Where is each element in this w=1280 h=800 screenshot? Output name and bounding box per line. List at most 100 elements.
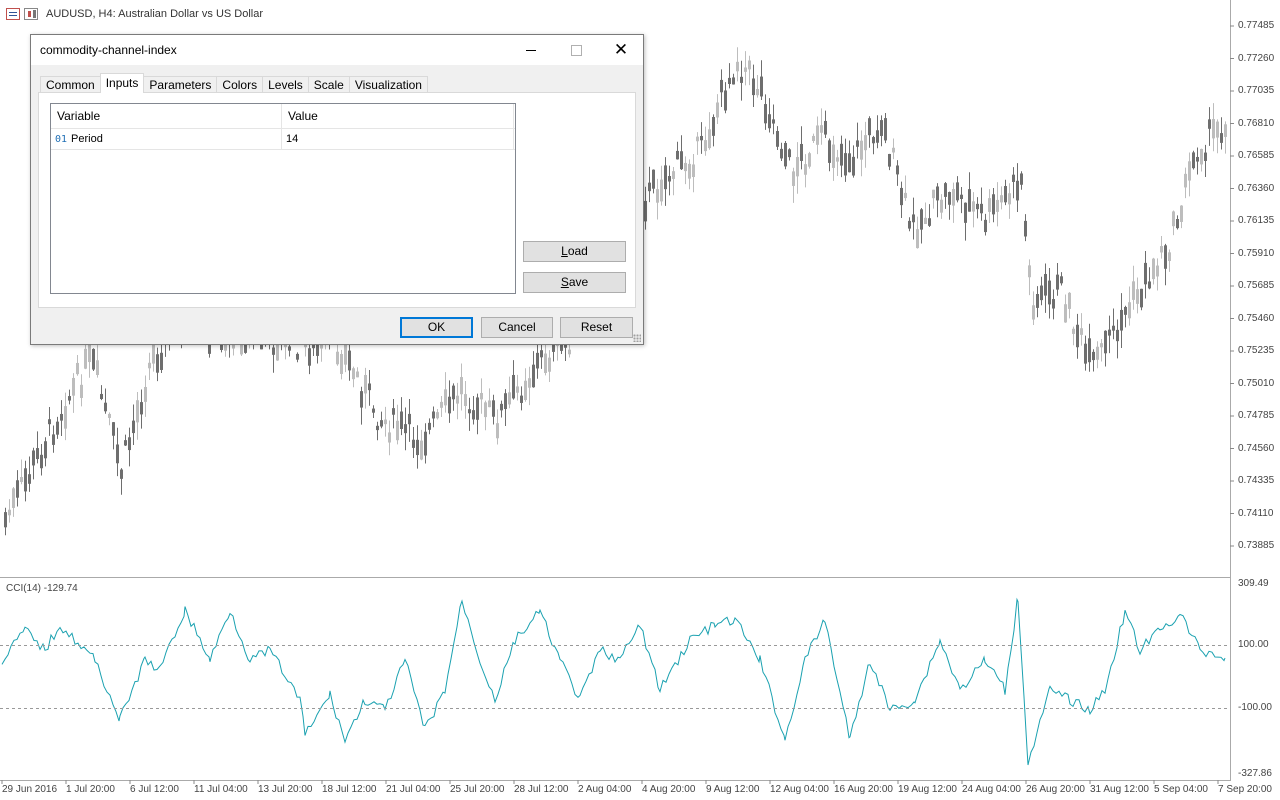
resize-grip[interactable]	[633, 334, 641, 342]
price-tick-label: 0.73885	[1238, 540, 1275, 551]
candle-body	[1012, 174, 1015, 182]
tab-scale[interactable]: Scale	[307, 76, 350, 93]
candle-body	[1152, 258, 1155, 280]
time-tick-label: 6 Jul 12:00	[130, 784, 179, 795]
candle-body	[424, 431, 427, 456]
candle-body	[660, 179, 663, 202]
candle-body	[852, 156, 855, 176]
inputs-grid: Variable Value 01 Period 14	[50, 103, 516, 294]
table-row[interactable]: 01 Period 14	[51, 129, 515, 150]
tab-visualization[interactable]: Visualization	[348, 76, 428, 93]
price-tick-label: 0.74560	[1238, 442, 1275, 454]
candle-body	[448, 396, 451, 414]
candle-body	[476, 397, 479, 420]
candles-icon	[24, 8, 38, 20]
candle-body	[296, 353, 299, 360]
header-value[interactable]: Value	[282, 104, 514, 128]
cancel-button[interactable]: Cancel	[481, 317, 553, 338]
price-tick-label: 0.74110	[1238, 507, 1274, 519]
time-tick-label: 1 Jul 20:00	[66, 784, 115, 795]
load-button[interactable]: Load	[523, 241, 626, 262]
value-cell[interactable]: 14	[282, 129, 514, 149]
candle-body	[1056, 274, 1059, 290]
dialog-titlebar[interactable]: commodity-channel-index ✕	[31, 35, 643, 65]
close-button[interactable]: ✕	[598, 35, 644, 65]
candle-body	[1128, 302, 1131, 319]
candle-body	[696, 136, 699, 142]
tab-strip: Common Inputs Parameters Colors Levels S…	[40, 73, 428, 93]
candle-body	[160, 352, 163, 370]
candle-body	[1036, 294, 1039, 308]
candle-body	[936, 186, 939, 201]
save-button[interactable]: Save	[523, 272, 626, 293]
candle-body	[1192, 152, 1195, 169]
candle-body	[340, 353, 343, 374]
load-label: oad	[567, 244, 588, 258]
header-variable[interactable]: Variable	[51, 104, 282, 128]
time-tick-label: 13 Jul 20:00	[258, 784, 313, 795]
save-label: ave	[568, 275, 589, 289]
reset-button[interactable]: Reset	[560, 317, 633, 338]
tab-parameters[interactable]: Parameters	[143, 76, 218, 93]
candle-body	[380, 420, 383, 427]
tab-common[interactable]: Common	[40, 76, 101, 93]
time-tick-label: 26 Aug 20:00	[1026, 784, 1085, 795]
candle-body	[488, 400, 491, 408]
candle-body	[996, 199, 999, 212]
candle-body	[972, 201, 975, 212]
candle-body	[156, 354, 159, 373]
grid-header: Variable Value	[51, 104, 515, 129]
candle-body	[724, 90, 727, 111]
candle-body	[1168, 252, 1171, 262]
maximize-icon	[570, 44, 582, 56]
candle-body	[1144, 262, 1147, 285]
candle-body	[1032, 305, 1035, 320]
candle-body	[1112, 325, 1115, 331]
candle-body	[392, 408, 395, 415]
candle-body	[656, 189, 659, 203]
candle-body	[348, 350, 351, 371]
candle-body	[968, 189, 971, 212]
tab-colors[interactable]: Colors	[216, 76, 264, 93]
candle-body	[652, 169, 655, 189]
candle-body	[404, 424, 407, 434]
variable-cell[interactable]: 01 Period	[51, 129, 282, 149]
candle-body	[824, 120, 827, 135]
tab-levels[interactable]: Levels	[262, 76, 309, 93]
candle-body	[1160, 246, 1163, 253]
time-tick-label: 24 Aug 04:00	[962, 784, 1021, 795]
candle-body	[376, 425, 379, 431]
input-variable-icon: 01	[55, 134, 68, 145]
candle-body	[932, 189, 935, 199]
price-tick-label: 0.76810	[1238, 117, 1275, 129]
candle-body	[1104, 330, 1107, 354]
candle-body	[976, 203, 979, 210]
candle-body	[872, 137, 875, 144]
candle-body	[720, 79, 723, 93]
price-tick-label: 0.76135	[1238, 215, 1275, 226]
candle-body	[1172, 211, 1175, 227]
candle-body	[144, 386, 147, 402]
candle-body	[1020, 173, 1023, 185]
candle-body	[372, 408, 375, 413]
time-tick-label: 19 Aug 12:00	[898, 784, 957, 795]
candle-body	[800, 143, 803, 161]
candle-body	[540, 350, 543, 358]
candle-body	[520, 395, 523, 403]
ok-button[interactable]: OK	[400, 317, 473, 338]
candle-body	[336, 351, 339, 365]
candle-body	[692, 164, 695, 178]
cci-label: CCI(14) -129.74	[6, 583, 78, 594]
close-icon: ✕	[613, 39, 629, 60]
tab-inputs[interactable]: Inputs	[99, 73, 145, 93]
candle-body	[1076, 324, 1079, 348]
candle-body	[76, 362, 79, 375]
time-tick-label: 5 Sep 04:00	[1154, 784, 1208, 795]
candle-body	[460, 377, 463, 395]
cci-tick-label: -100.00	[1238, 702, 1272, 713]
candle-body	[1024, 220, 1027, 237]
maximize-button[interactable]	[553, 35, 599, 65]
candle-body	[728, 77, 731, 85]
cci-tick-label: 100.00	[1238, 639, 1269, 650]
minimize-button[interactable]	[508, 35, 554, 65]
